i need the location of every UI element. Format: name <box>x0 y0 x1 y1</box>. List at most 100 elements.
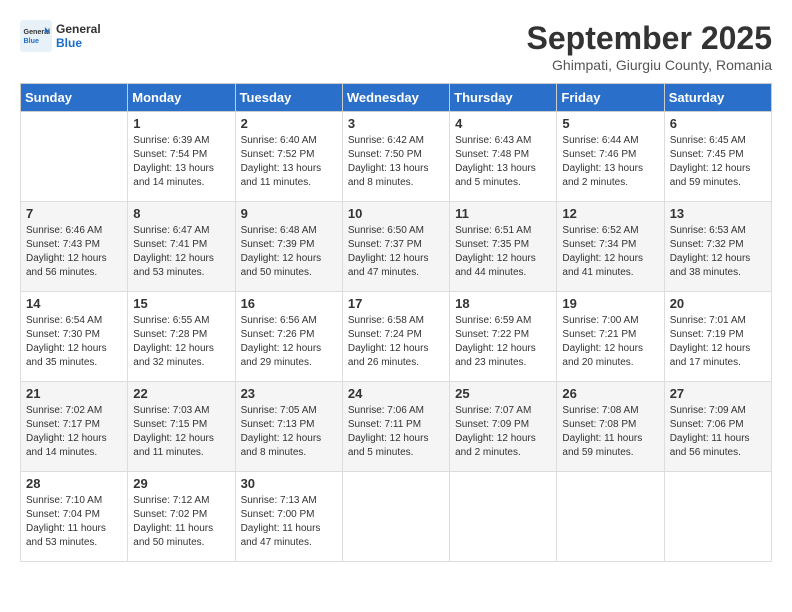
day-number: 11 <box>455 206 551 221</box>
day-cell <box>342 472 449 562</box>
day-number: 8 <box>133 206 229 221</box>
day-cell: 11Sunrise: 6:51 AMSunset: 7:35 PMDayligh… <box>450 202 557 292</box>
day-cell: 19Sunrise: 7:00 AMSunset: 7:21 PMDayligh… <box>557 292 664 382</box>
day-detail: Sunrise: 7:10 AMSunset: 7:04 PMDaylight:… <box>26 494 122 550</box>
day-cell: 30 Sunrise: 7:13 AMSunset: 7:00 PMDayligh… <box>235 472 342 562</box>
day-number: 21 <box>26 386 122 401</box>
day-cell: 14 Sunrise: 6:54 AMSunset: 7:30 PMDayligh… <box>21 292 128 382</box>
day-detail: Sunrise: 6:44 AMSunset: 7:46 PMDaylight:… <box>562 134 658 190</box>
day-cell: 9 Sunrise: 6:48 AMSunset: 7:39 PMDaylight… <box>235 202 342 292</box>
weekday-header-saturday: Saturday <box>664 84 771 112</box>
day-cell: 18 Sunrise: 6:59 AMSunset: 7:22 PMDayligh… <box>450 292 557 382</box>
day-number: 6 <box>670 116 766 131</box>
day-cell: 5Sunrise: 6:44 AMSunset: 7:46 PMDaylight… <box>557 112 664 202</box>
day-cell: 17 Sunrise: 6:58 AMSunset: 7:24 PMDayligh… <box>342 292 449 382</box>
title-block: September 2025 Ghimpati, Giurgiu County,… <box>527 20 772 73</box>
weekday-header-wednesday: Wednesday <box>342 84 449 112</box>
day-number: 10 <box>348 206 444 221</box>
day-number: 28 <box>26 476 122 491</box>
day-detail: Sunrise: 6:55 AMSunset: 7:28 PMDaylight:… <box>133 314 229 370</box>
day-number: 30 <box>241 476 337 491</box>
day-detail: Sunrise: 7:12 AMSunset: 7:02 PMDaylight:… <box>133 494 229 550</box>
day-cell: 12 Sunrise: 6:52 AMSunset: 7:34 PMDayligh… <box>557 202 664 292</box>
day-detail: Sunrise: 6:58 AMSunset: 7:24 PMDaylight:… <box>348 314 444 370</box>
day-detail: Sunrise: 7:13 AMSunset: 7:00 PMDaylight:… <box>241 494 337 550</box>
day-cell <box>664 472 771 562</box>
day-cell: 22 Sunrise: 7:03 AMSunset: 7:15 PMDayligh… <box>128 382 235 472</box>
day-number: 20 <box>670 296 766 311</box>
location: Ghimpati, Giurgiu County, Romania <box>527 57 772 73</box>
day-number: 3 <box>348 116 444 131</box>
day-cell: 21Sunrise: 7:02 AMSunset: 7:17 PMDayligh… <box>21 382 128 472</box>
day-detail: Sunrise: 6:53 AMSunset: 7:32 PMDaylight:… <box>670 224 766 280</box>
day-cell: 6 Sunrise: 6:45 AMSunset: 7:45 PMDaylight… <box>664 112 771 202</box>
weekday-header-tuesday: Tuesday <box>235 84 342 112</box>
day-number: 1 <box>133 116 229 131</box>
day-number: 15 <box>133 296 229 311</box>
day-number: 9 <box>241 206 337 221</box>
day-detail: Sunrise: 6:46 AMSunset: 7:43 PMDaylight:… <box>26 224 122 280</box>
day-detail: Sunrise: 6:47 AMSunset: 7:41 PMDaylight:… <box>133 224 229 280</box>
weekday-header-thursday: Thursday <box>450 84 557 112</box>
day-cell <box>450 472 557 562</box>
day-cell: 7 Sunrise: 6:46 AMSunset: 7:43 PMDaylight… <box>21 202 128 292</box>
day-detail: Sunrise: 6:42 AMSunset: 7:50 PMDaylight:… <box>348 134 444 190</box>
weekday-header-friday: Friday <box>557 84 664 112</box>
day-number: 25 <box>455 386 551 401</box>
day-cell: 26Sunrise: 7:08 AMSunset: 7:08 PMDayligh… <box>557 382 664 472</box>
logo-icon: General Blue <box>20 20 52 52</box>
day-cell: 4Sunrise: 6:43 AMSunset: 7:48 PMDaylight… <box>450 112 557 202</box>
day-cell: 29Sunrise: 7:12 AMSunset: 7:02 PMDayligh… <box>128 472 235 562</box>
day-detail: Sunrise: 7:09 AMSunset: 7:06 PMDaylight:… <box>670 404 766 460</box>
day-cell: 10 Sunrise: 6:50 AMSunset: 7:37 PMDayligh… <box>342 202 449 292</box>
day-detail: Sunrise: 7:03 AMSunset: 7:15 PMDaylight:… <box>133 404 229 460</box>
svg-text:Blue: Blue <box>24 37 39 45</box>
day-cell: 2 Sunrise: 6:40 AMSunset: 7:52 PMDaylight… <box>235 112 342 202</box>
day-number: 19 <box>562 296 658 311</box>
day-cell: 23 Sunrise: 7:05 AMSunset: 7:13 PMDayligh… <box>235 382 342 472</box>
day-detail: Sunrise: 7:01 AMSunset: 7:19 PMDaylight:… <box>670 314 766 370</box>
month-title: September 2025 <box>527 20 772 57</box>
day-number: 14 <box>26 296 122 311</box>
weekday-header-monday: Monday <box>128 84 235 112</box>
day-cell: 28 Sunrise: 7:10 AMSunset: 7:04 PMDayligh… <box>21 472 128 562</box>
day-number: 7 <box>26 206 122 221</box>
day-detail: Sunrise: 7:06 AMSunset: 7:11 PMDaylight:… <box>348 404 444 460</box>
day-number: 17 <box>348 296 444 311</box>
page-header: General Blue General Blue September 2025… <box>20 20 772 73</box>
day-number: 23 <box>241 386 337 401</box>
day-detail: Sunrise: 6:56 AMSunset: 7:26 PMDaylight:… <box>241 314 337 370</box>
day-number: 22 <box>133 386 229 401</box>
day-number: 18 <box>455 296 551 311</box>
logo: General Blue General Blue <box>20 20 101 52</box>
day-detail: Sunrise: 6:40 AMSunset: 7:52 PMDaylight:… <box>241 134 337 190</box>
week-row-1: 1 Sunrise: 6:39 AMSunset: 7:54 PMDaylight… <box>21 112 772 202</box>
week-row-2: 7 Sunrise: 6:46 AMSunset: 7:43 PMDaylight… <box>21 202 772 292</box>
day-cell: 1 Sunrise: 6:39 AMSunset: 7:54 PMDaylight… <box>128 112 235 202</box>
weekday-header-sunday: Sunday <box>21 84 128 112</box>
day-cell: 15 Sunrise: 6:55 AMSunset: 7:28 PMDayligh… <box>128 292 235 382</box>
day-detail: Sunrise: 6:39 AMSunset: 7:54 PMDaylight:… <box>133 134 229 190</box>
calendar-table: SundayMondayTuesdayWednesdayThursdayFrid… <box>20 83 772 562</box>
day-number: 2 <box>241 116 337 131</box>
day-cell: 8 Sunrise: 6:47 AMSunset: 7:41 PMDaylight… <box>128 202 235 292</box>
day-number: 12 <box>562 206 658 221</box>
day-cell: 20 Sunrise: 7:01 AMSunset: 7:19 PMDayligh… <box>664 292 771 382</box>
day-detail: Sunrise: 6:48 AMSunset: 7:39 PMDaylight:… <box>241 224 337 280</box>
day-cell <box>557 472 664 562</box>
day-detail: Sunrise: 6:50 AMSunset: 7:37 PMDaylight:… <box>348 224 444 280</box>
day-number: 13 <box>670 206 766 221</box>
weekday-header-row: SundayMondayTuesdayWednesdayThursdayFrid… <box>21 84 772 112</box>
day-cell: 13 Sunrise: 6:53 AMSunset: 7:32 PMDayligh… <box>664 202 771 292</box>
day-detail: Sunrise: 6:59 AMSunset: 7:22 PMDaylight:… <box>455 314 551 370</box>
week-row-4: 21Sunrise: 7:02 AMSunset: 7:17 PMDayligh… <box>21 382 772 472</box>
day-detail: Sunrise: 6:54 AMSunset: 7:30 PMDaylight:… <box>26 314 122 370</box>
day-detail: Sunrise: 7:05 AMSunset: 7:13 PMDaylight:… <box>241 404 337 460</box>
day-detail: Sunrise: 6:45 AMSunset: 7:45 PMDaylight:… <box>670 134 766 190</box>
week-row-3: 14 Sunrise: 6:54 AMSunset: 7:30 PMDayligh… <box>21 292 772 382</box>
logo-general-text: General <box>56 22 101 36</box>
day-cell <box>21 112 128 202</box>
day-detail: Sunrise: 7:07 AMSunset: 7:09 PMDaylight:… <box>455 404 551 460</box>
day-detail: Sunrise: 6:52 AMSunset: 7:34 PMDaylight:… <box>562 224 658 280</box>
day-cell: 16Sunrise: 6:56 AMSunset: 7:26 PMDayligh… <box>235 292 342 382</box>
